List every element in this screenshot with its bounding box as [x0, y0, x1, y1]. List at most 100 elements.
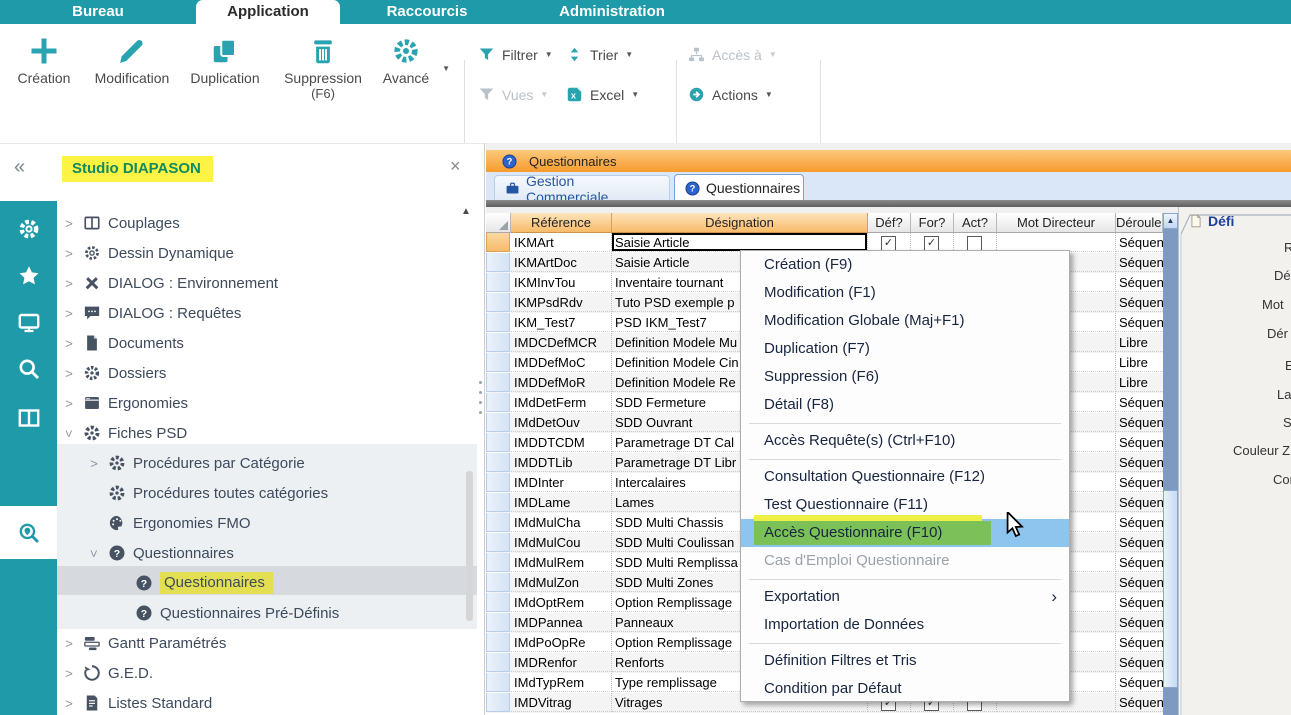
- checkbox-checked[interactable]: ✓: [924, 236, 939, 251]
- menu-item-acces-requete-s-ctrl-f10[interactable]: Accès Requête(s) (Ctrl+F10): [741, 427, 1069, 455]
- sidebar-item-dessin-dynamique[interactable]: >Dessin Dynamique: [57, 238, 477, 268]
- ribbon-button-filtrer[interactable]: Filtrer▼: [478, 46, 553, 63]
- menu-item-modification-globale-maj-f1[interactable]: Modification Globale (Maj+F1): [741, 307, 1069, 335]
- sidebar-item-couplages[interactable]: >Couplages: [57, 208, 477, 238]
- chevron-right-icon[interactable]: >: [63, 306, 75, 321]
- ribbon-tab-bureau[interactable]: Bureau: [28, 0, 168, 24]
- row-selector[interactable]: [486, 273, 510, 292]
- sidebar-item-ergonomies-fmo[interactable]: Ergonomies FMO: [57, 508, 477, 538]
- chevron-right-icon[interactable]: >: [63, 366, 75, 381]
- row-selector[interactable]: [486, 573, 510, 592]
- sidebar-item-procedures-toutes-categories[interactable]: Procédures toutes catégories: [57, 478, 477, 508]
- menu-item-importation-de-donnees[interactable]: Importation de Données: [741, 611, 1069, 639]
- row-selector[interactable]: [486, 233, 510, 252]
- row-selector[interactable]: [486, 293, 510, 312]
- sidebar-item-dialog-environnement[interactable]: >DIALOG : Environnement: [57, 268, 477, 298]
- rail-item-search[interactable]: [0, 345, 57, 392]
- row-selector[interactable]: [486, 313, 510, 332]
- sidebar-item-dossiers[interactable]: >Dossiers: [57, 358, 477, 388]
- ribbon-button-avance[interactable]: Avancé▼: [370, 36, 442, 86]
- row-selector[interactable]: [486, 253, 510, 272]
- document-tab-questionnaires[interactable]: ?Questionnaires: [674, 174, 804, 201]
- sidebar-item-questionnaires[interactable]: ?Questionnaires: [57, 568, 477, 598]
- row-selector[interactable]: [486, 433, 510, 452]
- select-all-corner[interactable]: [486, 213, 511, 233]
- chevron-right-icon[interactable]: >: [63, 696, 75, 711]
- chevron-down-icon[interactable]: >: [62, 427, 77, 439]
- sidebar-item-documents[interactable]: >Documents: [57, 328, 477, 358]
- menu-item-creation-f9[interactable]: Création (F9): [741, 251, 1069, 279]
- row-selector[interactable]: [486, 413, 510, 432]
- dropdown-arrow-icon[interactable]: ▼: [545, 50, 553, 59]
- close-sidebar-button[interactable]: ×: [450, 156, 461, 177]
- column-header-deroulem[interactable]: Déroulem: [1116, 213, 1163, 233]
- row-selector[interactable]: [486, 513, 510, 532]
- sidebar-item-questionnaires[interactable]: >?Questionnaires: [57, 538, 477, 568]
- rail-item-star[interactable]: [0, 252, 57, 299]
- row-selector[interactable]: [486, 693, 510, 712]
- sidebar-item-g-e-d[interactable]: >G.E.D.: [57, 658, 477, 688]
- row-selector[interactable]: [486, 373, 510, 392]
- collapse-sidebar-button[interactable]: «: [14, 156, 25, 179]
- tree-scroll-up-button[interactable]: ▲: [461, 206, 471, 217]
- ribbon-button-modification[interactable]: Modification: [84, 36, 180, 86]
- menu-item-suppression-f6[interactable]: Suppression (F6): [741, 363, 1069, 391]
- row-selector[interactable]: [486, 353, 510, 372]
- checkbox-checked[interactable]: ✓: [881, 236, 896, 251]
- row-selector[interactable]: [486, 593, 510, 612]
- ribbon-button-actions[interactable]: Actions▼: [688, 86, 773, 103]
- column-header-for[interactable]: For?: [911, 213, 954, 233]
- menu-item-modification-f1[interactable]: Modification (F1): [741, 279, 1069, 307]
- sidebar-item-procedures-par-categorie[interactable]: >Procédures par Catégorie: [57, 448, 477, 478]
- row-selector[interactable]: [486, 653, 510, 672]
- row-selector[interactable]: [486, 333, 510, 352]
- column-header-def[interactable]: Déf?: [868, 213, 911, 233]
- sidebar-item-gantt-parametres[interactable]: >Gantt Paramétrés: [57, 628, 477, 658]
- row-selector[interactable]: [486, 553, 510, 572]
- chevron-right-icon[interactable]: >: [63, 336, 75, 351]
- sidebar-item-fiches-psd[interactable]: >Fiches PSD: [57, 418, 477, 448]
- row-selector[interactable]: [486, 473, 510, 492]
- row-selector[interactable]: [486, 453, 510, 472]
- row-selector[interactable]: [486, 633, 510, 652]
- column-header-mot-directeur[interactable]: Mot Directeur: [997, 213, 1116, 233]
- menu-item-consultation-questionnaire-f12[interactable]: Consultation Questionnaire (F12): [741, 463, 1069, 491]
- menu-item-detail-f8[interactable]: Détail (F8): [741, 391, 1069, 419]
- sidebar-item-dialog-requetes[interactable]: >DIALOG : Requêtes: [57, 298, 477, 328]
- ribbon-tab-raccourcis[interactable]: Raccourcis: [358, 0, 496, 24]
- sidebar-item-questionnaires-pre-definis-predefinis[interactable]: ?Questionnaires Pré-Définis: [57, 598, 477, 628]
- menu-item-exportation[interactable]: Exportation›: [741, 583, 1069, 611]
- checkbox-unchecked[interactable]: [967, 236, 982, 251]
- sidebar-item-ergonomies[interactable]: >Ergonomies: [57, 388, 477, 418]
- ribbon-button-excel[interactable]: xExcel▼: [566, 86, 639, 103]
- ribbon-tab-administration[interactable]: Administration: [524, 0, 700, 24]
- column-header-reference[interactable]: Référence: [511, 213, 612, 233]
- row-selector[interactable]: [486, 533, 510, 552]
- ribbon-button-creation[interactable]: Création: [8, 36, 80, 86]
- menu-item-condition-par-defaut[interactable]: Condition par Défaut: [741, 675, 1069, 703]
- document-tab-gestion-commerciale[interactable]: Gestion Commerciale ...: [494, 175, 670, 202]
- chevron-right-icon[interactable]: >: [63, 216, 75, 231]
- table-scroll-up-button[interactable]: ▲: [1163, 213, 1178, 229]
- dropdown-arrow-icon[interactable]: ▼: [442, 64, 450, 73]
- chevron-right-icon[interactable]: >: [63, 396, 75, 411]
- row-selector[interactable]: [486, 393, 510, 412]
- menu-item-definition-filtres-et-tris[interactable]: Définition Filtres et Tris: [741, 647, 1069, 675]
- rail-item-wheel[interactable]: [0, 205, 57, 252]
- menu-item-duplication-f7[interactable]: Duplication (F7): [741, 335, 1069, 363]
- rail-item-pin-search[interactable]: [0, 506, 57, 559]
- chevron-right-icon[interactable]: >: [63, 246, 75, 261]
- dropdown-arrow-icon[interactable]: ▼: [625, 50, 633, 59]
- dropdown-arrow-icon[interactable]: ▼: [631, 90, 639, 99]
- row-selector[interactable]: [486, 493, 510, 512]
- chevron-right-icon[interactable]: >: [88, 456, 100, 471]
- rail-item-split-view[interactable]: [0, 394, 57, 441]
- column-header-act[interactable]: Act?: [954, 213, 997, 233]
- chevron-down-icon[interactable]: >: [87, 547, 102, 559]
- rail-item-monitor[interactable]: [0, 299, 57, 346]
- table-scrollbar-thumb[interactable]: [1163, 490, 1178, 688]
- sidebar-item-listes-standard[interactable]: >Listes Standard: [57, 688, 477, 715]
- ribbon-button-suppression[interactable]: Suppression(F6): [276, 36, 370, 101]
- ribbon-tab-application[interactable]: Application: [196, 0, 340, 25]
- dropdown-arrow-icon[interactable]: ▼: [765, 90, 773, 99]
